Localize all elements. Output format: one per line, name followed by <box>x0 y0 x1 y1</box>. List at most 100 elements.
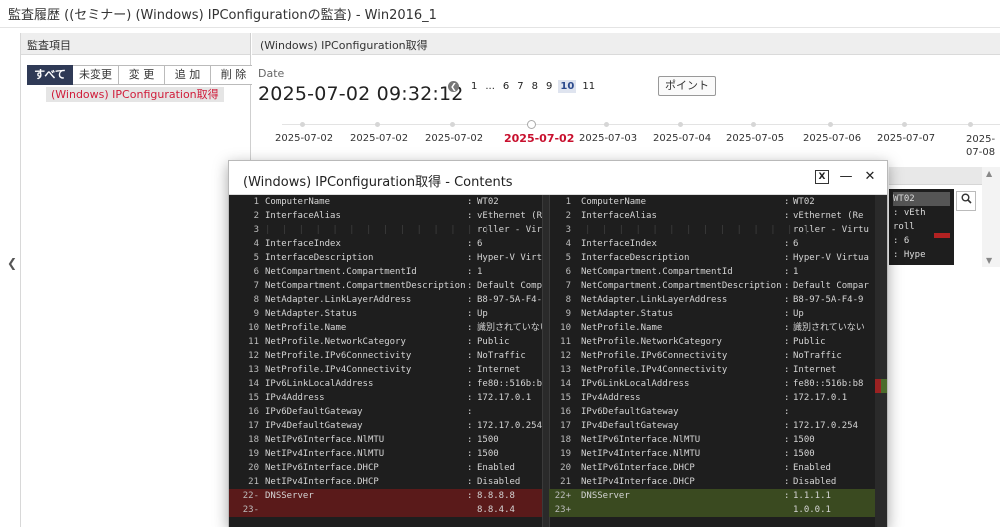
timeline-date[interactable]: 2025-07-02 <box>350 133 408 144</box>
diff-val: 6 <box>477 239 483 249</box>
diff-pane-after[interactable]: 1 ComputerName: WT02 2 InterfaceAlias: vEther… <box>549 195 887 527</box>
timeline-date[interactable]: 2025-07-08 <box>966 133 1000 159</box>
diff-val: 6 <box>793 239 799 249</box>
diff-key: NetProfile.Name <box>581 323 663 333</box>
timeline-point[interactable] <box>604 122 609 127</box>
diff-ln: 18 <box>248 435 259 445</box>
diff-val: B8-97-5A-F4-9 <box>477 295 548 305</box>
diff-key: NetProfile.NetworkCategory <box>581 337 722 347</box>
diff-colon: : <box>784 281 790 291</box>
timeline-point[interactable] <box>375 122 380 127</box>
diff-key: NetAdapter.Status <box>581 309 674 319</box>
minimize-icon[interactable]: — <box>839 170 853 184</box>
diff-line: 18 NetIPv6Interface.NlMTU:1500 <box>549 433 887 447</box>
timeline-date-current[interactable]: 2025-07-02 <box>504 132 574 145</box>
chevron-left-icon[interactable]: ❮ <box>448 81 459 92</box>
collapse-rail[interactable]: ❮ <box>0 30 20 527</box>
diff-marker <box>934 233 950 238</box>
diff-ln: 21 <box>560 477 571 487</box>
excel-export-icon[interactable]: X <box>815 170 829 184</box>
diff-ln: 1 <box>565 197 571 207</box>
zoom-button[interactable] <box>956 191 976 211</box>
diff-val: Hyper-V Virtua <box>793 253 869 263</box>
diff-val: 1.1.1.1 <box>793 491 831 501</box>
diff-ln: 2 <box>253 211 259 221</box>
tab-all[interactable]: すべて <box>27 65 73 85</box>
timeline-date[interactable]: 2025-07-02 <box>425 133 483 144</box>
timeline-date[interactable]: 2025-07-05 <box>726 133 784 144</box>
diff-line: 6 NetCompartment.CompartmentId:1 <box>549 265 887 279</box>
diff-val: 1500 <box>793 449 815 459</box>
diff-ln: 13 <box>560 365 571 375</box>
page-link[interactable]: 1 <box>469 80 479 93</box>
window-title: 監査履歴 ((セミナー) (Windows) IPConfigurationの監… <box>0 0 1000 28</box>
diff-key: IPv6DefaultGateway <box>581 407 679 417</box>
diff-ln: 7 <box>565 281 571 291</box>
page-link[interactable]: 11 <box>580 80 597 93</box>
close-icon[interactable]: ✕ <box>863 170 877 184</box>
timeline-point[interactable] <box>902 122 907 127</box>
page-ellipsis: ... <box>485 81 495 92</box>
timeline-date[interactable]: 2025-07-07 <box>877 133 935 144</box>
page-link[interactable]: 8 <box>530 80 540 93</box>
diff-key: ComputerName <box>265 197 331 207</box>
diff-val: Disabled <box>793 477 837 487</box>
diff-line: 11 NetProfile.NetworkCategory: Public <box>229 335 549 349</box>
timeline-point[interactable] <box>968 122 973 127</box>
tab-changed[interactable]: 変 更 <box>119 65 165 85</box>
audit-item-ipconfiguration[interactable]: (Windows) IPConfiguration取得 <box>46 87 224 102</box>
diff-line: 23+ 1.0.0.1 <box>549 503 887 517</box>
chevron-left-icon[interactable]: ❮ <box>7 256 17 270</box>
timeline-point[interactable] <box>450 122 455 127</box>
page-link[interactable]: 6 <box>501 80 511 93</box>
timeline-point[interactable] <box>678 122 683 127</box>
diff-ln: 6 <box>565 267 571 277</box>
preview-line: WT02 <box>893 192 950 206</box>
diff-key: IPv4Address <box>581 393 641 403</box>
scrollbar[interactable]: ▲ ▼ <box>982 167 1000 267</box>
tab-added[interactable]: 追 加 <box>165 65 211 85</box>
diff-colon: : <box>467 351 473 361</box>
scroll-down-icon[interactable]: ▼ <box>986 256 992 265</box>
diff-ln: 16 <box>248 407 259 417</box>
diff-val: Internet <box>477 365 521 375</box>
timeline-point[interactable] <box>751 122 756 127</box>
diff-colon: : <box>784 435 790 445</box>
page-link-current[interactable]: 10 <box>558 80 577 93</box>
timeline-point[interactable] <box>300 122 305 127</box>
page-link[interactable]: 9 <box>544 80 554 93</box>
diff-ln: 5 <box>565 253 571 263</box>
timeline-line <box>282 124 1000 125</box>
diff-overview-ruler[interactable] <box>875 195 887 527</box>
diff-line: 16 IPv6DefaultGateway: <box>549 405 887 419</box>
timeline-date[interactable]: 2025-07-03 <box>579 133 637 144</box>
diff-val: 1 <box>793 267 799 277</box>
diff-pane-before[interactable]: 1 ComputerName: WT02 2 InterfaceAlias: vEther… <box>229 195 549 527</box>
diff-val: Public <box>477 337 510 347</box>
diff-val: 1500 <box>477 435 499 445</box>
point-button[interactable]: ポイント <box>658 76 716 96</box>
diff-line: 17 IPv4DefaultGateway:172.17.0.254 <box>549 419 887 433</box>
diff-val: WT02 <box>477 197 499 207</box>
scroll-up-icon[interactable]: ▲ <box>986 169 992 178</box>
diff-val: Default Compar <box>793 281 869 291</box>
page-link[interactable]: 7 <box>515 80 525 93</box>
timeline-point[interactable] <box>828 122 833 127</box>
timeline-date[interactable]: 2025-07-04 <box>653 133 711 144</box>
timeline-date[interactable]: 2025-07-06 <box>803 133 861 144</box>
diff-ln: 9 <box>253 309 259 319</box>
diff-val: fe80::516b:b8 <box>477 379 548 389</box>
diff-ln: 11 <box>560 337 571 347</box>
detail-header: (Windows) IPConfiguration取得 <box>252 33 1000 55</box>
diff-colon: : <box>784 449 790 459</box>
timeline-date[interactable]: 2025-07-02 <box>275 133 333 144</box>
tab-unchanged[interactable]: 未変更 <box>73 65 119 85</box>
diff-colon: : <box>784 239 790 249</box>
diff-ln: 17 <box>248 421 259 431</box>
diff-val: Default Compar <box>477 281 549 291</box>
indent-guide: | | | | | | | | | | | | | | <box>585 225 813 235</box>
timeline-point[interactable] <box>527 120 536 129</box>
diff-line: 19 NetIPv4Interface.NlMTU:1500 <box>229 447 549 461</box>
diff-ln: 19 <box>560 449 571 459</box>
tab-deleted[interactable]: 削 除 <box>211 65 257 85</box>
